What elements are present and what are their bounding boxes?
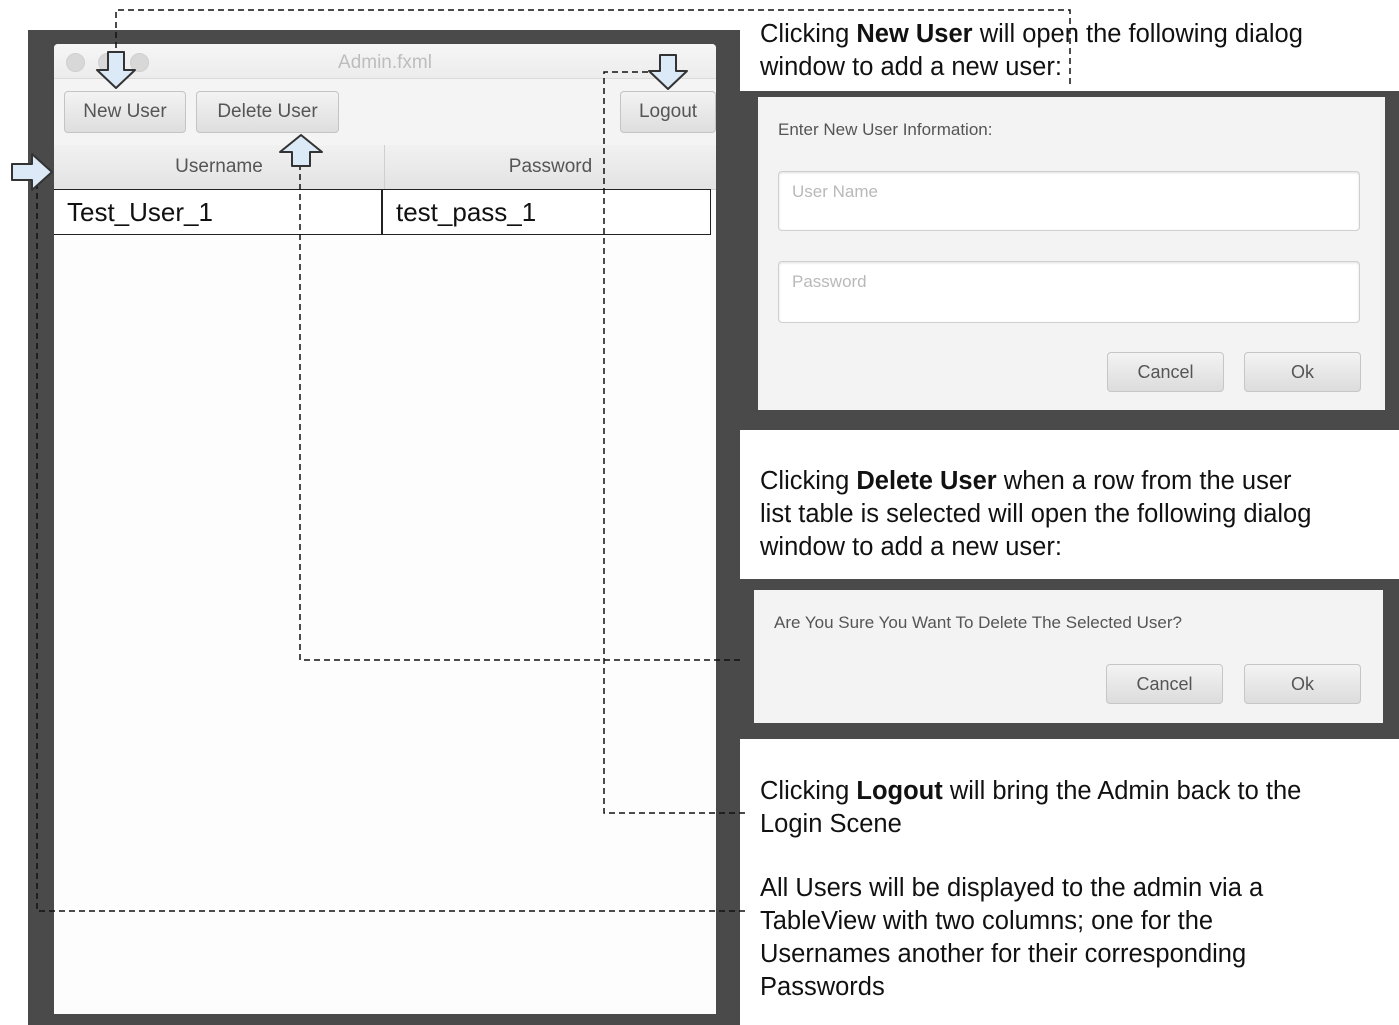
down-arrow-icon — [648, 54, 688, 90]
tableview-connector — [36, 183, 745, 912]
right-arrow-icon — [11, 153, 53, 191]
down-arrow-icon — [96, 51, 136, 89]
logout-connector — [603, 71, 745, 814]
up-arrow-icon — [279, 134, 323, 167]
new-user-connector — [115, 9, 1071, 88]
annotation-overlay — [11, 9, 1071, 912]
delete-user-connector — [299, 164, 740, 661]
